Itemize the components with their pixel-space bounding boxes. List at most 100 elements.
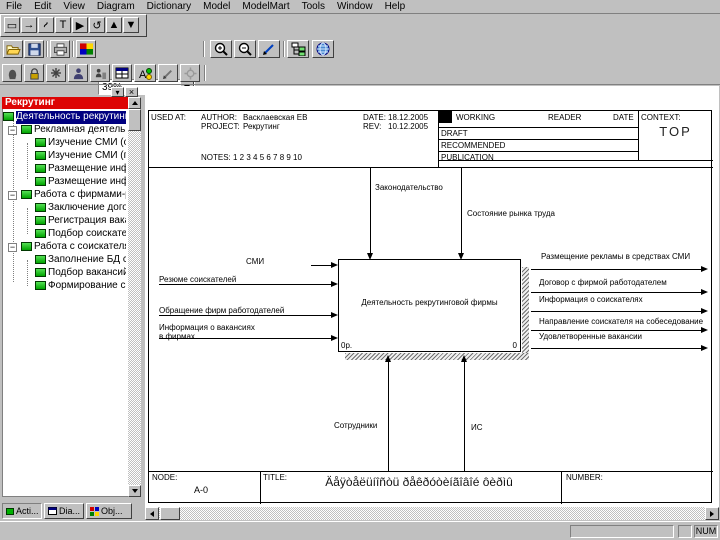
lock-button[interactable] bbox=[24, 64, 44, 82]
settings-button[interactable] bbox=[180, 64, 200, 82]
mechanism-arrow-label[interactable]: Сотрудники bbox=[334, 421, 377, 430]
zoom-out-button[interactable] bbox=[234, 40, 256, 58]
input-arrow-label[interactable]: СМИ bbox=[246, 257, 264, 266]
collapse-icon[interactable] bbox=[8, 191, 17, 200]
output-arrow-label[interactable]: Размещение рекламы в средствах СМИ bbox=[541, 252, 690, 261]
tab-diagrams[interactable]: Dia... bbox=[44, 503, 84, 519]
go-up-button[interactable]: ▲ bbox=[106, 17, 122, 33]
arrow-tool-button[interactable]: → bbox=[21, 17, 37, 33]
output-arrow-line[interactable] bbox=[531, 292, 701, 293]
scroll-right-button[interactable] bbox=[705, 507, 719, 520]
menu-item-view[interactable]: View bbox=[57, 0, 91, 13]
tree-item[interactable]: Регистрация вакансий bbox=[2, 215, 128, 228]
tree-item[interactable]: Заполнение БД соиск bbox=[2, 254, 128, 267]
menu-item-modelmart[interactable]: ModelMart bbox=[236, 0, 295, 13]
tab-activities[interactable]: Acti... bbox=[2, 503, 42, 519]
output-arrow-label[interactable]: Направление соискателя на собеседование bbox=[539, 317, 703, 326]
tree-item[interactable]: Подбор вакансий bbox=[2, 267, 128, 280]
activity-box-tool-button[interactable]: ▭ bbox=[4, 17, 20, 33]
tab-label: Dia... bbox=[59, 506, 81, 516]
control-arrow-line[interactable] bbox=[370, 168, 371, 253]
author-mode-button[interactable] bbox=[90, 64, 110, 82]
output-arrow-label[interactable]: Договор с фирмой работодателем bbox=[539, 278, 667, 287]
scrollbar-thumb[interactable] bbox=[160, 507, 180, 520]
tree-item[interactable]: Рекламная деятельность bbox=[2, 124, 128, 137]
color-palette-button[interactable] bbox=[76, 40, 96, 58]
input-arrow-line[interactable] bbox=[311, 265, 331, 266]
menu-item-edit[interactable]: Edit bbox=[28, 0, 57, 13]
tree-item[interactable]: Работа с соискателями bbox=[2, 241, 128, 254]
input-arrow-label[interactable]: Резюме соискателей bbox=[159, 275, 236, 284]
text-tool-button[interactable]: T bbox=[55, 17, 71, 33]
output-arrow-label[interactable]: Информация о соискателях bbox=[539, 295, 643, 304]
pan-button[interactable] bbox=[2, 64, 22, 82]
cost-button[interactable]: A bbox=[134, 64, 156, 82]
output-arrow-line[interactable] bbox=[531, 348, 701, 349]
input-arrow-line[interactable] bbox=[159, 315, 331, 316]
tree-scrollbar[interactable] bbox=[128, 97, 141, 497]
undo-arrow-button[interactable]: ↺ bbox=[89, 17, 105, 33]
tree-item[interactable]: Изучение СМИ (офици bbox=[2, 137, 128, 150]
menu-item-diagram[interactable]: Diagram bbox=[91, 0, 141, 13]
menu-item-window[interactable]: Window bbox=[331, 0, 379, 13]
tree-item[interactable]: Размещение информа bbox=[2, 163, 128, 176]
status-pane bbox=[678, 525, 692, 538]
control-arrow-label[interactable]: Состояние рынка труда bbox=[467, 209, 555, 218]
mechanism-arrow-label[interactable]: ИС bbox=[471, 423, 483, 432]
junction-button[interactable] bbox=[46, 64, 66, 82]
tree-item-label: Деятельность рекрутингово bbox=[16, 111, 126, 124]
input-arrow-line[interactable] bbox=[159, 338, 331, 339]
collapse-icon[interactable] bbox=[8, 126, 17, 135]
tab-objects[interactable]: Obj... bbox=[86, 503, 132, 519]
tree-item[interactable]: Изучение СМИ (печат bbox=[2, 150, 128, 163]
scrollbar-thumb[interactable] bbox=[128, 109, 141, 131]
input-arrow-label[interactable]: Обращение фирм работодателей bbox=[159, 306, 284, 315]
go-down-button[interactable]: ▼ bbox=[123, 17, 139, 33]
zoom-in-button[interactable] bbox=[210, 40, 232, 58]
menu-item-dictionary[interactable]: Dictionary bbox=[141, 0, 197, 13]
udp-button[interactable] bbox=[158, 64, 178, 82]
menu-item-model[interactable]: Model bbox=[197, 0, 236, 13]
squiggle-tool-button[interactable]: ~ bbox=[38, 17, 54, 33]
context-activity-box[interactable]: Деятельность рекрутинговой фирмы 0р. 0 bbox=[338, 259, 521, 352]
control-arrow-label[interactable]: Законодательство bbox=[375, 183, 443, 192]
model-explorer-button[interactable] bbox=[287, 40, 309, 58]
asterisk-icon bbox=[51, 68, 61, 78]
triangle-up-icon bbox=[131, 101, 138, 105]
scroll-left-button[interactable] bbox=[145, 507, 159, 520]
control-arrow-line[interactable] bbox=[461, 168, 462, 253]
input-arrow-line[interactable] bbox=[159, 284, 331, 285]
print-button[interactable] bbox=[50, 40, 70, 58]
rev-value: 10.12.2005 bbox=[388, 122, 429, 131]
scroll-down-button[interactable] bbox=[128, 485, 141, 497]
tree-item-root[interactable]: Деятельность рекрутингово bbox=[2, 111, 128, 124]
menu-item-help[interactable]: Help bbox=[379, 0, 412, 13]
tree-item[interactable]: Заключение договоро bbox=[2, 202, 128, 215]
web-publish-button[interactable] bbox=[312, 40, 334, 58]
save-button[interactable] bbox=[24, 40, 44, 58]
reader-mode-button[interactable] bbox=[68, 64, 88, 82]
menu-item-tools[interactable]: Tools bbox=[296, 0, 331, 13]
output-arrow-line[interactable] bbox=[531, 311, 701, 312]
panel-close-button[interactable]: × bbox=[125, 87, 138, 97]
tree-item[interactable]: Работа с фирмами-рабо bbox=[2, 189, 128, 202]
scroll-up-button[interactable] bbox=[128, 97, 141, 109]
kit-divider bbox=[260, 471, 261, 504]
dictionary-grid-button[interactable] bbox=[112, 64, 132, 82]
tree-item[interactable]: Размещение информа bbox=[2, 176, 128, 189]
collapse-icon[interactable] bbox=[8, 243, 17, 252]
sketch-button[interactable] bbox=[258, 40, 280, 58]
goto-child-button[interactable]: ▶ bbox=[72, 17, 88, 33]
mechanism-arrow-line[interactable] bbox=[388, 361, 389, 471]
open-button[interactable] bbox=[3, 40, 23, 58]
mechanism-arrow-line[interactable] bbox=[464, 361, 465, 471]
output-arrow-label[interactable]: Удовлетворенные вакансии bbox=[539, 332, 642, 341]
output-arrow-line[interactable] bbox=[531, 269, 701, 270]
tree-item[interactable]: Подбор соискателей bbox=[2, 228, 128, 241]
output-arrow-line[interactable] bbox=[531, 330, 701, 331]
panel-menu-button[interactable]: ▾ bbox=[111, 87, 124, 97]
activity-cost-icon: A bbox=[139, 67, 152, 80]
menu-item-file[interactable]: File bbox=[0, 0, 28, 13]
diagram-hscrollbar[interactable] bbox=[145, 507, 719, 520]
tree-item[interactable]: Формирование списк bbox=[2, 280, 128, 293]
